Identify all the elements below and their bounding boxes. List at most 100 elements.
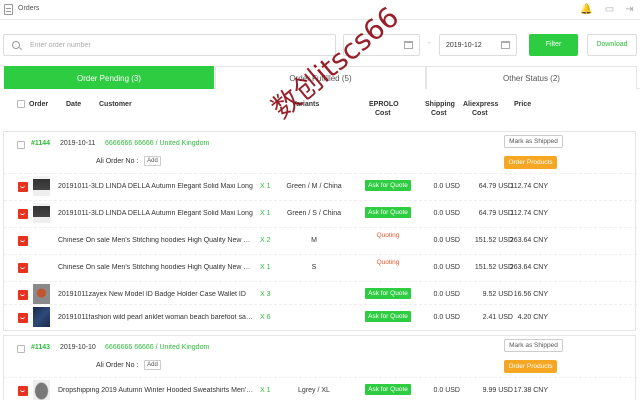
ask-for-quote-button[interactable]: Ask for Quote bbox=[365, 180, 411, 191]
ask-for-quote-button[interactable]: Ask for Quote bbox=[365, 288, 411, 299]
order-products-button[interactable]: Order Products bbox=[504, 360, 557, 373]
product-price: 112.74 CNY bbox=[510, 183, 548, 190]
order-number-input[interactable] bbox=[30, 38, 330, 53]
ask-for-quote-button[interactable]: Ask for Quote bbox=[365, 311, 411, 322]
aliexpress-cost: 151.52 USD bbox=[474, 237, 513, 244]
product-thumbnail[interactable] bbox=[33, 176, 50, 196]
add-ali-order-button[interactable]: Add bbox=[144, 156, 161, 166]
order-header: #1143 2019-10-10 6666666 66666 / United … bbox=[4, 336, 635, 373]
product-thumbnail[interactable] bbox=[33, 203, 50, 223]
shipping-cost: 0.0 USD bbox=[433, 183, 460, 190]
select-all-checkbox[interactable] bbox=[17, 100, 25, 108]
aliexpress-cost: 2.41 USD bbox=[482, 314, 513, 321]
aliexpress-icon[interactable] bbox=[18, 313, 28, 323]
order-header: #1144 2019-10-11 6666666 66666 / United … bbox=[4, 132, 635, 169]
order-number[interactable]: #1144 bbox=[31, 140, 50, 147]
aliexpress-icon[interactable] bbox=[18, 386, 28, 396]
ask-for-quote-button[interactable]: Ask for Quote bbox=[365, 384, 411, 395]
order-customer[interactable]: 6666666 66666 / United Kingdom bbox=[105, 140, 209, 147]
window-icon[interactable]: ▭ bbox=[604, 4, 615, 15]
product-row: 20191011fashion wild pearl anklet woman … bbox=[4, 304, 637, 330]
col-customer: Customer bbox=[99, 101, 132, 108]
shipping-cost: 0.0 USD bbox=[433, 314, 460, 321]
exit-icon[interactable]: ⇥ bbox=[624, 4, 635, 15]
col-date: Date bbox=[66, 101, 82, 108]
tab-order-pending[interactable]: Order Pending (3) bbox=[4, 66, 214, 89]
product-title[interactable]: 20191011-3LD LINDA DELLA Autumn Elegant … bbox=[58, 210, 254, 217]
aliexpress-icon[interactable] bbox=[18, 209, 28, 219]
product-title[interactable]: 20191011zayex New Model ID Badge Holder … bbox=[58, 291, 254, 298]
aliexpress-icon[interactable] bbox=[18, 290, 28, 300]
col-shipping: Shipping bbox=[425, 101, 455, 108]
product-variant: S bbox=[311, 264, 317, 271]
col-aliexpress-cost: Cost bbox=[472, 110, 488, 117]
aliexpress-cost: 9.52 USD bbox=[482, 291, 513, 298]
order-checkbox[interactable] bbox=[17, 141, 25, 149]
product-price: 263.64 CNY bbox=[509, 237, 548, 244]
date-to-picker[interactable]: 2019-10-12 bbox=[439, 34, 517, 56]
aliexpress-icon[interactable] bbox=[18, 182, 28, 192]
shipping-cost: 0.0 USD bbox=[433, 210, 460, 217]
mark-as-shipped-button[interactable]: Mark as Shipped bbox=[504, 339, 563, 352]
product-qty: X 1 bbox=[260, 264, 271, 271]
order-products-button[interactable]: Order Products bbox=[504, 156, 557, 169]
product-price: 16.56 CNY bbox=[513, 291, 548, 298]
product-row: Chinese On sale Men's Stitching hoodies … bbox=[4, 227, 637, 253]
date-separator: - bbox=[428, 38, 431, 47]
product-thumbnail[interactable] bbox=[33, 380, 50, 400]
table-header: Order Date Customer Variants EPROLO Cost… bbox=[0, 97, 640, 119]
col-order: Order bbox=[29, 101, 49, 108]
aliexpress-icon[interactable] bbox=[18, 263, 28, 273]
product-price: 17.38 CNY bbox=[513, 387, 548, 394]
order-date: 2019-10-10 bbox=[60, 344, 96, 351]
product-qty: X 1 bbox=[260, 387, 271, 394]
product-price: 112.74 CNY bbox=[510, 210, 548, 217]
shipping-cost: 0.0 USD bbox=[433, 291, 460, 298]
mark-as-shipped-button[interactable]: Mark as Shipped bbox=[504, 135, 563, 148]
product-variant: Green / M / China bbox=[286, 183, 342, 190]
product-variant: Green / S / China bbox=[286, 210, 342, 217]
product-title[interactable]: 20191011fashion wild pearl anklet woman … bbox=[58, 314, 254, 321]
product-variant: Lgrey / XL bbox=[298, 387, 330, 394]
bell-icon[interactable]: 🔔 bbox=[580, 4, 592, 15]
order-card: #1144 2019-10-11 6666666 66666 / United … bbox=[3, 131, 637, 331]
product-thumbnail[interactable] bbox=[33, 284, 50, 304]
tab-other-status[interactable]: Other Status (2) bbox=[426, 66, 637, 89]
order-number[interactable]: #1143 bbox=[31, 344, 50, 351]
col-eprolo: EPROLO bbox=[369, 101, 399, 108]
shipping-cost: 0.0 USD bbox=[433, 237, 460, 244]
product-title[interactable]: Chinese On sale Men's Stitching hoodies … bbox=[58, 264, 254, 271]
ali-order-label: Ali Order No : bbox=[96, 362, 139, 369]
ali-order-label: Ali Order No : bbox=[96, 158, 139, 165]
product-qty: X 1 bbox=[260, 183, 271, 190]
aliexpress-icon[interactable] bbox=[18, 236, 28, 246]
page-title: Orders bbox=[18, 5, 40, 12]
download-button[interactable]: Download bbox=[587, 34, 637, 56]
product-title[interactable]: 20191011-3LD LINDA DELLA Autumn Elegant … bbox=[58, 183, 254, 190]
col-shipping-cost: Cost bbox=[431, 110, 447, 117]
ask-for-quote-button[interactable]: Ask for Quote bbox=[365, 207, 411, 218]
product-title[interactable]: Chinese On sale Men's Stitching hoodies … bbox=[58, 237, 254, 244]
add-ali-order-button[interactable]: Add bbox=[144, 360, 161, 370]
top-bar: Orders 🔔 ▭ ⇥ bbox=[0, 0, 640, 20]
product-price: 263.64 CNY bbox=[509, 264, 548, 271]
product-title[interactable]: Dropshipping 2019 Autumn Winter Hooded S… bbox=[58, 387, 254, 394]
product-price: 4.20 CNY bbox=[517, 314, 548, 321]
product-variant: M bbox=[311, 237, 317, 244]
col-price: Price bbox=[514, 101, 532, 108]
product-row: Dropshipping 2019 Autumn Winter Hooded S… bbox=[4, 377, 637, 400]
order-date: 2019-10-11 bbox=[60, 140, 96, 147]
order-checkbox[interactable] bbox=[17, 345, 25, 353]
product-thumbnail[interactable] bbox=[33, 307, 50, 327]
product-row: 20191011-3LD LINDA DELLA Autumn Elegant … bbox=[4, 173, 637, 199]
filter-button[interactable]: Filter bbox=[529, 34, 578, 56]
quoting-status: Quoting bbox=[376, 259, 400, 266]
product-qty: X 1 bbox=[260, 210, 271, 217]
aliexpress-cost: 9.99 USD bbox=[482, 387, 513, 394]
product-row: Chinese On sale Men's Stitching hoodies … bbox=[4, 254, 637, 280]
product-qty: X 2 bbox=[260, 237, 271, 244]
order-card: #1143 2019-10-10 6666666 66666 / United … bbox=[3, 335, 637, 400]
order-customer[interactable]: 6666666 66666 / United Kingdom bbox=[105, 344, 209, 351]
calendar-icon bbox=[501, 41, 510, 49]
quoting-status: Quoting bbox=[376, 232, 400, 239]
